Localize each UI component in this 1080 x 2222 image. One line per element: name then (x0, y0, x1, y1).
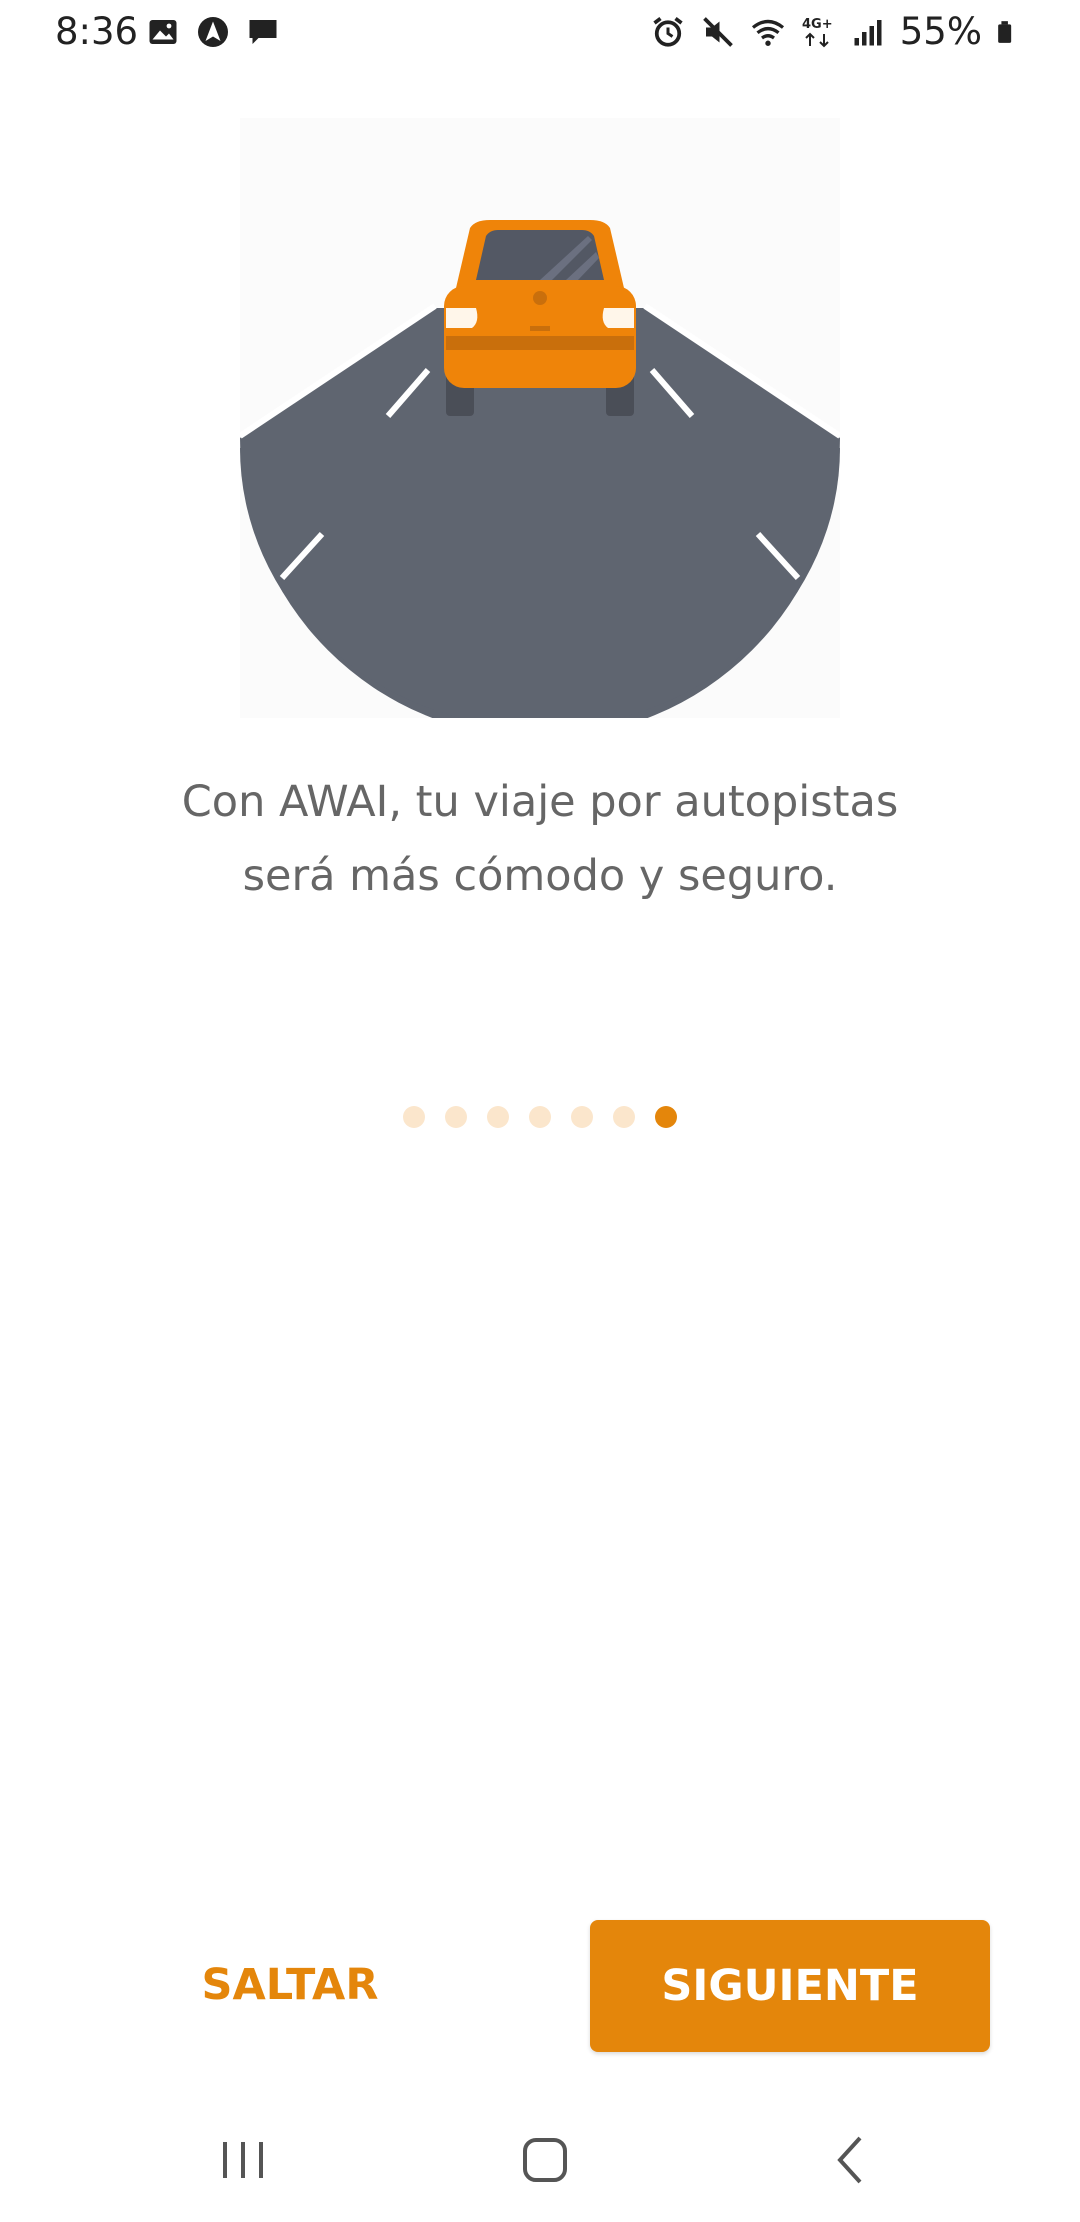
battery-icon (998, 20, 1012, 43)
page-dot (487, 1106, 509, 1128)
page-dot-active (655, 1106, 677, 1128)
page-dot (613, 1106, 635, 1128)
page-dot (445, 1106, 467, 1128)
page-dot (529, 1106, 551, 1128)
skip-button[interactable]: SALTAR (150, 1920, 430, 2050)
message-line-1: Con AWAI, tu viaje por autopistas (181, 777, 899, 827)
onboarding-message: Con AWAI, tu viaje por autopistas será m… (0, 765, 1080, 913)
page-indicator (0, 1106, 1080, 1128)
svg-text:4G+: 4G+ (802, 17, 833, 32)
mute-icon (702, 16, 733, 47)
status-bar: 8:36 4G+ 55% (0, 0, 1080, 70)
alarm-icon (653, 16, 683, 47)
next-button[interactable]: SIGUIENTE (590, 1920, 990, 2052)
page-dot (403, 1106, 425, 1128)
back-icon[interactable] (815, 2130, 885, 2190)
wifi-icon (751, 19, 784, 46)
system-navigation-bar (0, 2100, 1080, 2222)
navigation-app-icon (198, 17, 228, 47)
battery-percent: 55% (899, 10, 982, 53)
message-line-2: será más cómodo y seguro. (242, 851, 838, 901)
car-icon (444, 220, 636, 416)
home-icon[interactable] (510, 2130, 580, 2190)
page-dot (571, 1106, 593, 1128)
image-icon (149, 20, 177, 44)
signal-icon (854, 19, 882, 45)
recents-icon[interactable] (208, 2130, 278, 2190)
network-4g-icon: 4G+ (802, 17, 833, 47)
message-icon (249, 20, 277, 44)
status-time: 8:36 (55, 10, 139, 53)
car-on-highway-illustration (240, 118, 840, 718)
